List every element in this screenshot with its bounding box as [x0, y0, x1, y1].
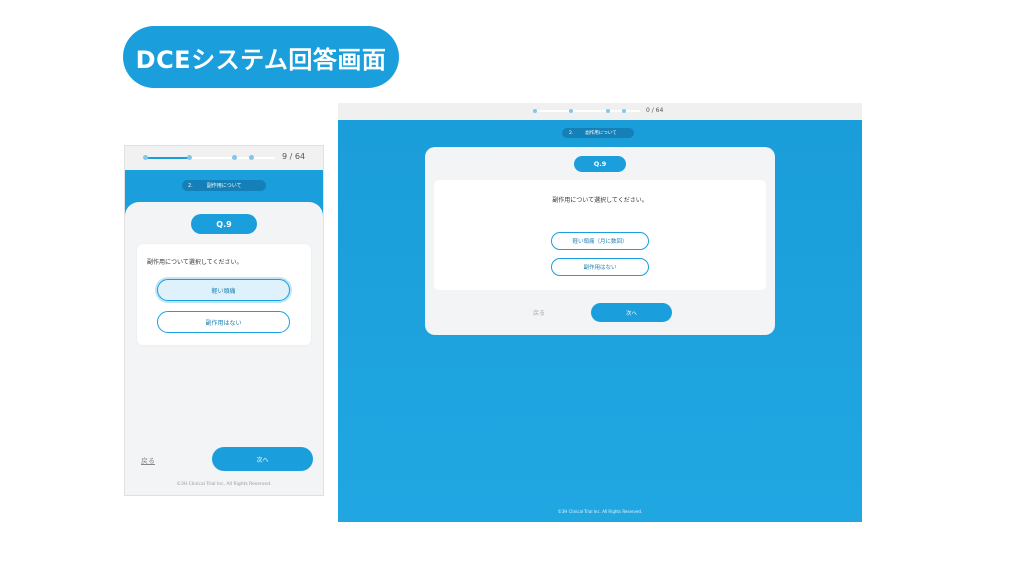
option-button[interactable]: 軽い頭痛 [157, 279, 290, 301]
progress-dot [249, 155, 254, 160]
option-button[interactable]: 軽い頭痛（月に数回） [551, 232, 649, 250]
progress-dot [606, 109, 610, 113]
progress-dot [187, 155, 192, 160]
next-button[interactable]: 次へ [212, 447, 313, 471]
option-button[interactable]: 副作用はない [551, 258, 649, 276]
progress-dot [533, 109, 537, 113]
section-pill: 2. 副作用について [562, 128, 634, 138]
back-link[interactable]: 戻る [141, 456, 155, 466]
section-pill: 2. 副作用について [182, 180, 266, 191]
section-label: 副作用について [585, 131, 617, 136]
section-label: 副作用について [206, 183, 242, 189]
section-number: 2. [569, 130, 574, 136]
mobile-screen: 9 / 64 2. 副作用について Q.9 副作用について選択してください。 軽… [124, 145, 324, 496]
progress-dot [622, 109, 626, 113]
section-number: 2. [188, 182, 193, 189]
question-number-badge: Q.9 [574, 156, 626, 172]
progress-dot [143, 155, 148, 160]
progress-dot [569, 109, 573, 113]
progress-dot [232, 155, 237, 160]
desktop-screen: 0 / 64 2. 副作用について Q.9 副作用について選択してください。 軽… [338, 103, 862, 522]
next-button[interactable]: 次へ [591, 303, 672, 322]
back-link[interactable]: 戻る [533, 308, 545, 317]
question-text: 副作用について選択してください。 [552, 197, 648, 204]
progress-count: 9 / 64 [282, 152, 306, 161]
progress-fill [145, 157, 189, 159]
copyright: ©3H Clinical Trial Inc. All Rights Reser… [176, 482, 272, 487]
progress-count: 0 / 64 [646, 107, 664, 114]
option-button[interactable]: 副作用はない [157, 311, 290, 333]
page-title: DCEシステム回答画面 [123, 26, 399, 88]
question-number-badge: Q.9 [191, 214, 257, 234]
question-text: 副作用について選択してください。 [147, 259, 243, 266]
copyright: ©3H Clinical Trial Inc. All Rights Reser… [557, 509, 643, 514]
